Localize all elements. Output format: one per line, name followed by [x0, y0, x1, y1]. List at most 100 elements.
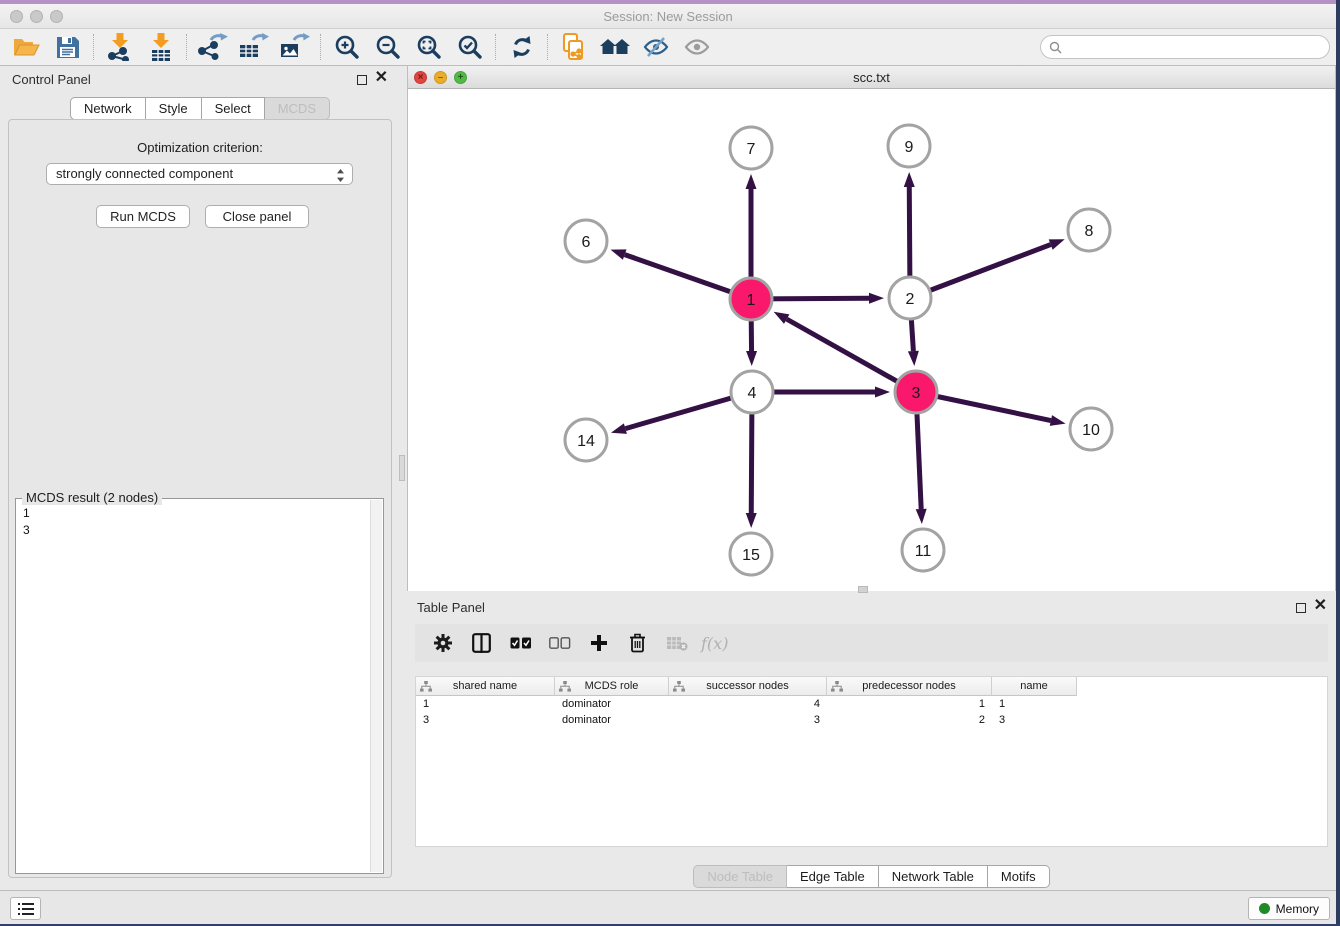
close-panel-button[interactable]: Close panel	[205, 205, 309, 228]
run-mcds-button[interactable]: Run MCDS	[96, 205, 190, 228]
tab-network-table[interactable]: Network Table	[879, 865, 988, 888]
tab-select[interactable]: Select	[202, 97, 265, 120]
table-row[interactable]: 3dominator323	[416, 712, 1327, 728]
tab-network[interactable]: Network	[70, 97, 146, 120]
export-table-button[interactable]	[233, 31, 274, 63]
table-cell[interactable]: dominator	[555, 712, 669, 728]
zoom-fit-button[interactable]	[408, 31, 449, 63]
optimization-select[interactable]: strongly connected component	[46, 163, 353, 185]
table-cell[interactable]: 1	[992, 696, 1077, 712]
vertical-splitter-handle[interactable]	[399, 455, 405, 481]
duplicate-network-button[interactable]	[553, 31, 594, 63]
refresh-layout-button[interactable]	[501, 31, 542, 63]
column-header-mcds-role[interactable]: MCDS role	[555, 677, 669, 696]
table-panel-title: Table Panel	[417, 600, 485, 615]
select-all-check-button[interactable]	[501, 626, 540, 660]
edge-2-8[interactable]	[910, 245, 1051, 298]
svg-text:1: 1	[747, 292, 756, 309]
svg-text:2: 2	[906, 291, 915, 308]
edge-arrowhead-icon	[908, 351, 919, 366]
result-item[interactable]: 1	[23, 505, 30, 522]
save-session-button[interactable]	[47, 31, 88, 63]
table-cell[interactable]: 3	[669, 712, 827, 728]
graph-node-3[interactable]: 3	[895, 371, 937, 413]
edge-arrowhead-icon	[904, 172, 915, 187]
horizontal-splitter-handle[interactable]	[858, 586, 868, 593]
mcds-tab-content: Optimization criterion: strongly connect…	[8, 119, 392, 878]
export-network-button[interactable]	[192, 31, 233, 63]
close-icon[interactable]: ✕	[1314, 597, 1327, 615]
automation-panel-button[interactable]	[10, 897, 41, 920]
column-header-successor-nodes[interactable]: successor nodes	[669, 677, 827, 696]
table-cell[interactable]: 3	[416, 712, 555, 728]
delete-row-button[interactable]	[618, 626, 657, 660]
clear-all-check-icon	[549, 637, 571, 649]
tab-style[interactable]: Style	[146, 97, 202, 120]
table-cell[interactable]: dominator	[555, 696, 669, 712]
zoom-selected-button[interactable]	[449, 31, 490, 63]
delete-table-button	[657, 626, 696, 660]
graph-node-9[interactable]: 9	[888, 125, 930, 167]
toggle-column-button[interactable]	[462, 626, 501, 660]
column-header-name[interactable]: name	[992, 677, 1077, 696]
graph-node-10[interactable]: 10	[1070, 408, 1112, 450]
maximize-icon[interactable]	[1296, 603, 1306, 613]
zoom-fit-icon	[416, 34, 442, 60]
import-network-button[interactable]	[99, 31, 140, 63]
table-cell[interactable]: 1	[416, 696, 555, 712]
search-box[interactable]	[1040, 35, 1330, 59]
graph-node-1[interactable]: 1	[730, 278, 772, 320]
tab-node-table[interactable]: Node Table	[693, 865, 787, 888]
export-network-icon	[197, 33, 229, 61]
column-header-predecessor-nodes[interactable]: predecessor nodes	[827, 677, 992, 696]
maximize-icon[interactable]	[357, 75, 367, 85]
hide-panels-button[interactable]	[635, 31, 676, 63]
tab-edge-table[interactable]: Edge Table	[787, 865, 879, 888]
result-item[interactable]: 3	[23, 522, 30, 539]
graph-node-4[interactable]: 4	[731, 371, 773, 413]
toolbar-separator	[320, 34, 321, 60]
table-settings-button[interactable]	[423, 626, 462, 660]
export-image-icon	[279, 33, 311, 61]
add-row-icon	[590, 634, 608, 652]
memory-button[interactable]: Memory	[1248, 897, 1330, 920]
show-panels-button[interactable]	[676, 31, 717, 63]
import-table-button[interactable]	[140, 31, 181, 63]
home-network-button[interactable]	[594, 31, 635, 63]
list-icon	[18, 902, 34, 916]
add-row-button[interactable]	[579, 626, 618, 660]
network-window-titlebar[interactable]: × – + scc.txt	[408, 66, 1335, 89]
table-cell[interactable]: 4	[669, 696, 827, 712]
graph-node-7[interactable]: 7	[730, 127, 772, 169]
zoom-in-button[interactable]	[326, 31, 367, 63]
select-all-check-icon	[510, 637, 532, 649]
column-header-shared-name[interactable]: shared name	[416, 677, 555, 696]
open-session-button[interactable]	[6, 31, 47, 63]
graph-node-8[interactable]: 8	[1068, 209, 1110, 251]
desktop-edge-top	[0, 0, 1340, 4]
table-cell[interactable]: 2	[827, 712, 992, 728]
graph-node-2[interactable]: 2	[889, 277, 931, 319]
result-scrollbar[interactable]	[370, 500, 382, 872]
duplicate-network-icon	[561, 33, 587, 61]
close-icon[interactable]: ✕	[375, 69, 388, 87]
table-row[interactable]: 1dominator411	[416, 696, 1327, 712]
graph-node-6[interactable]: 6	[565, 220, 607, 262]
export-image-button[interactable]	[274, 31, 315, 63]
table-cell[interactable]: 1	[827, 696, 992, 712]
graph-node-11[interactable]: 11	[902, 529, 944, 571]
table-cell[interactable]: 3	[992, 712, 1077, 728]
clear-all-check-button[interactable]	[540, 626, 579, 660]
zoom-out-button[interactable]	[367, 31, 408, 63]
graph-node-15[interactable]: 15	[730, 533, 772, 575]
svg-text:9: 9	[905, 139, 914, 156]
network-graph-canvas[interactable]: 7 9 6 8 1 2 4 3 14 10 15 11	[408, 90, 1335, 591]
tab-mcds[interactable]: MCDS	[265, 97, 330, 120]
toolbar-separator	[186, 34, 187, 60]
table-body: 1dominator4113dominator323	[416, 696, 1327, 728]
tab-motifs[interactable]: Motifs	[988, 865, 1050, 888]
hierarchy-icon	[420, 681, 432, 695]
graph-node-14[interactable]: 14	[565, 419, 607, 461]
app-titlebar: Session: New Session	[0, 4, 1336, 29]
search-input[interactable]	[1067, 37, 1322, 57]
